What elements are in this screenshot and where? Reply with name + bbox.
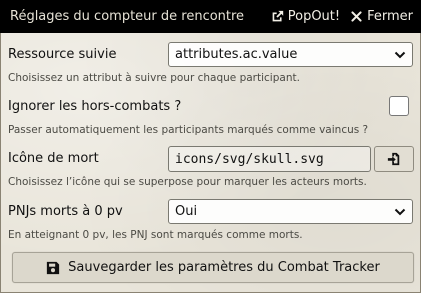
resource-select[interactable]: attributes.ac.value — [168, 42, 413, 67]
settings-form: Ressource suivie attributes.ac.value Cho… — [8, 33, 414, 293]
file-picker-button[interactable] — [374, 146, 414, 172]
chevron-down-icon — [394, 51, 406, 59]
skip-defeated-checkbox[interactable] — [389, 96, 409, 116]
skip-defeated-hint: Passer automatiquement les participants … — [8, 124, 369, 136]
resource-hint: Choisissez un attribut à suivre pour cha… — [8, 72, 300, 84]
popout-button[interactable]: PopOut! — [271, 9, 340, 24]
npc-dead-hint: En atteignant 0 pv, les PNJ sont marqués… — [8, 229, 303, 241]
death-icon-hint: Choisissez l’icône qui se superpose pour… — [8, 176, 367, 188]
close-icon — [351, 11, 362, 22]
resource-select-value: attributes.ac.value — [175, 47, 298, 62]
file-import-icon — [387, 152, 400, 166]
close-button[interactable]: Fermer — [350, 9, 413, 24]
npc-dead-label: PNJs morts à 0 pv — [8, 204, 123, 219]
save-button-label: Sauvegarder les paramètres du Combat Tra… — [68, 260, 380, 275]
npc-dead-select[interactable]: Oui — [168, 199, 413, 224]
save-icon — [47, 261, 60, 274]
death-icon-input-value: icons/svg/skull.svg — [175, 151, 324, 167]
close-label: Fermer — [367, 9, 413, 24]
combat-tracker-settings-window: Réglages du compteur de rencontre PopOut… — [0, 0, 421, 293]
external-link-icon — [272, 10, 283, 22]
window-header[interactable]: Réglages du compteur de rencontre PopOut… — [0, 0, 421, 33]
death-icon-label: Icône de mort — [8, 151, 99, 166]
popout-label: PopOut! — [287, 9, 341, 24]
resource-label: Ressource suivie — [8, 47, 117, 62]
skip-defeated-label: Ignorer les hors-combats ? — [8, 99, 182, 114]
chevron-down-icon — [394, 208, 406, 216]
death-icon-input[interactable]: icons/svg/skull.svg — [168, 146, 371, 172]
window-title: Réglages du compteur de rencontre — [10, 9, 245, 24]
npc-dead-select-value: Oui — [175, 204, 198, 219]
save-settings-button[interactable]: Sauvegarder les paramètres du Combat Tra… — [12, 252, 414, 283]
